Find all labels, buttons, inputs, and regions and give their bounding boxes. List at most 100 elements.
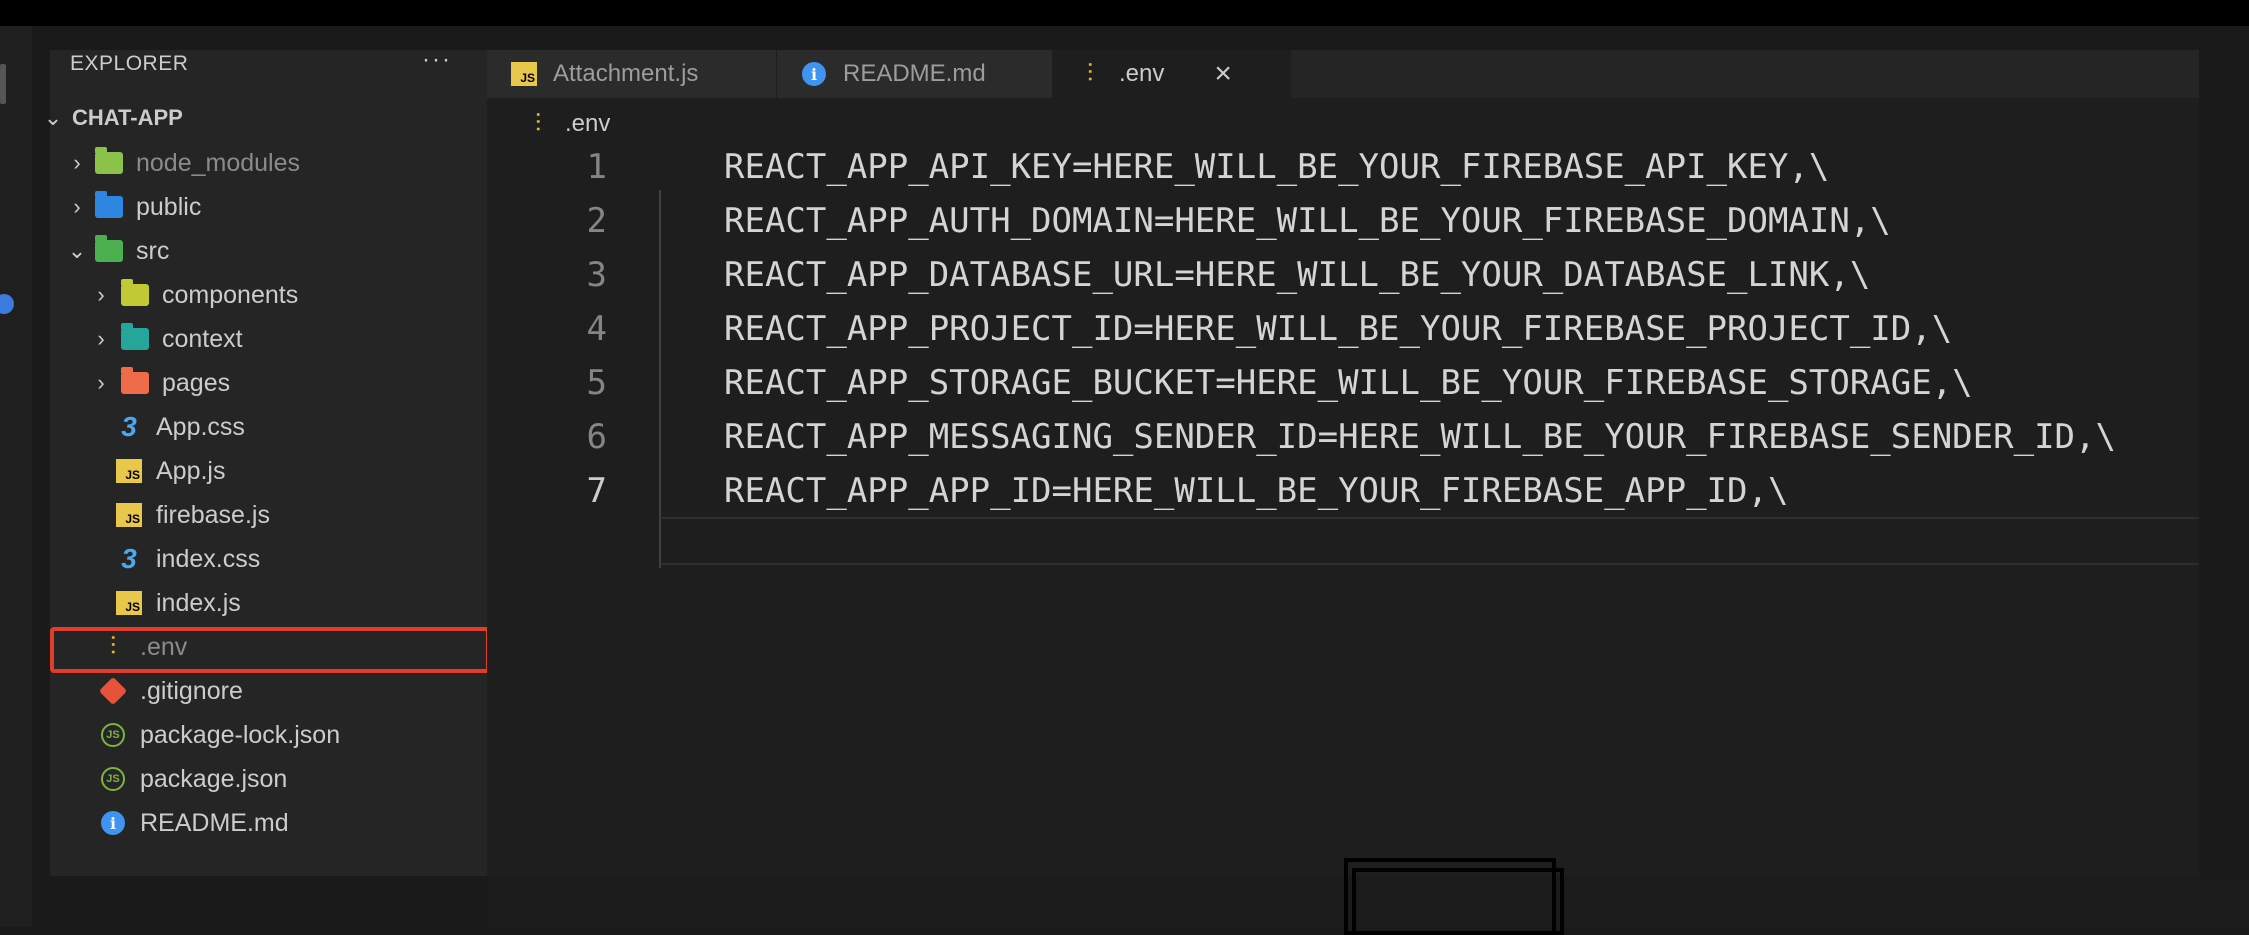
tree-file-index-js[interactable]: JS index.js	[114, 581, 551, 625]
tree-label: index.css	[156, 544, 261, 573]
tree-file-app-js[interactable]: JS App.js	[114, 449, 551, 493]
tree-label: node_modules	[136, 148, 301, 177]
chevron-right-icon: ›	[97, 326, 105, 351]
code-line[interactable]: 6 REACT_APP_MESSAGING_SENDER_ID=HERE_WIL…	[487, 410, 2199, 464]
tree-file-index-css[interactable]: 3 index.css	[114, 537, 551, 581]
js-file-icon: JS	[114, 588, 144, 618]
tree-folder-public[interactable]: › public	[66, 185, 503, 229]
chevron-right-icon: ›	[73, 194, 81, 219]
npm-package-icon: JS	[98, 764, 128, 794]
tree-file-app-css[interactable]: 3 App.css	[114, 405, 551, 449]
code-line[interactable]: 2 REACT_APP_AUTH_DOMAIN=HERE_WILL_BE_YOU…	[487, 194, 2199, 248]
tree-label: pages	[162, 368, 231, 397]
chevron-right-icon: ›	[97, 282, 105, 307]
tab-readme[interactable]: i README.md	[777, 50, 1053, 98]
tab-attachment-js[interactable]: JS Attachment.js	[487, 50, 777, 98]
line-text: REACT_APP_DATABASE_URL=HERE_WILL_BE_YOUR…	[724, 255, 1871, 295]
line-number: 7	[586, 471, 607, 511]
tree-file-readme[interactable]: i README.md	[98, 801, 535, 845]
breadcrumb-label: .env	[565, 110, 611, 137]
account-badge-icon[interactable]	[0, 294, 14, 314]
project-name: CHAT-APP	[72, 105, 183, 130]
line-number: 5	[586, 363, 607, 403]
line-number: 3	[586, 255, 607, 295]
line-number: 2	[586, 201, 607, 241]
tree-folder-src[interactable]: ⌄ src	[66, 229, 503, 273]
tree-folder-context[interactable]: › context	[82, 317, 519, 361]
tree-label: README.md	[140, 808, 289, 837]
components-folder-icon	[120, 279, 150, 310]
public-folder-icon	[94, 191, 124, 222]
tree-folder-components[interactable]: › components	[82, 273, 519, 317]
activity-indicator	[0, 64, 6, 104]
tree-file-package-json[interactable]: JS package.json	[98, 757, 535, 801]
chevron-right-icon: ›	[97, 370, 105, 395]
window-outline	[1352, 868, 1564, 935]
tree-label: package.json	[140, 764, 288, 793]
env-file-icon: ⫶	[534, 108, 542, 139]
tree-label: App.js	[156, 456, 226, 485]
tree-label: components	[162, 280, 299, 309]
chevron-down-icon: ⌄	[67, 238, 87, 263]
close-icon[interactable]: ×	[1214, 57, 1232, 91]
tree-label: src	[136, 236, 170, 265]
tree-label: App.css	[156, 412, 245, 441]
editor-pane: JS Attachment.js i README.md ⫶ .env × ⫶ …	[487, 50, 2199, 876]
js-file-icon: JS	[509, 59, 539, 89]
tab-label: .env	[1119, 60, 1165, 87]
tree-file-firebase-js[interactable]: JS firebase.js	[114, 493, 551, 537]
tree-label: public	[136, 192, 202, 221]
code-line[interactable]: 7 REACT_APP_APP_ID=HERE_WILL_BE_YOUR_FIR…	[487, 464, 2199, 518]
line-text: REACT_APP_STORAGE_BUCKET=HERE_WILL_BE_YO…	[724, 363, 1973, 403]
breadcrumb[interactable]: ⫶ .env	[523, 106, 611, 142]
npm-package-icon: JS	[98, 720, 128, 750]
tree-file-package-lock[interactable]: JS package-lock.json	[98, 713, 535, 757]
info-icon: i	[799, 59, 829, 89]
tab-env[interactable]: ⫶ .env ×	[1053, 50, 1291, 98]
css-file-icon: 3	[121, 543, 137, 574]
project-root[interactable]: ⌄ CHAT-APP	[44, 96, 487, 140]
node-folder-icon	[94, 147, 124, 178]
css-file-icon: 3	[121, 411, 137, 442]
tree-label: context	[162, 324, 243, 353]
line-number: 6	[586, 417, 607, 457]
chevron-right-icon: ›	[73, 150, 81, 175]
tree-folder-pages[interactable]: › pages	[82, 361, 519, 405]
current-line-highlight	[660, 517, 2199, 565]
code-line[interactable]: 4 REACT_APP_PROJECT_ID=HERE_WILL_BE_YOUR…	[487, 302, 2199, 356]
info-icon: i	[98, 808, 128, 838]
activity-bar	[0, 26, 32, 927]
line-text: REACT_APP_PROJECT_ID=HERE_WILL_BE_YOUR_F…	[724, 309, 1953, 349]
line-text: REACT_APP_AUTH_DOMAIN=HERE_WILL_BE_YOUR_…	[724, 201, 1891, 241]
code-line[interactable]: 3 REACT_APP_DATABASE_URL=HERE_WILL_BE_YO…	[487, 248, 2199, 302]
tree-label: index.js	[156, 588, 241, 617]
git-icon	[98, 676, 128, 706]
title-bar	[0, 0, 2249, 26]
tab-label: README.md	[843, 60, 986, 87]
line-number: 1	[586, 147, 607, 187]
explorer-sidebar: EXPLORER ··· ⌄ CHAT-APP › node_modules ›…	[44, 46, 487, 876]
env-file-icon: ⫶	[1086, 58, 1094, 89]
chevron-down-icon: ⌄	[43, 105, 63, 130]
tree-folder-node-modules[interactable]: › node_modules	[66, 141, 503, 185]
tab-bar: JS Attachment.js i README.md ⫶ .env ×	[487, 50, 2199, 98]
line-text: REACT_APP_MESSAGING_SENDER_ID=HERE_WILL_…	[724, 417, 2116, 457]
tree-file-gitignore[interactable]: .gitignore	[98, 669, 535, 713]
code-line[interactable]: 5 REACT_APP_STORAGE_BUCKET=HERE_WILL_BE_…	[487, 356, 2199, 410]
js-file-icon: JS	[114, 500, 144, 530]
explorer-title: EXPLORER	[70, 52, 189, 75]
annotation-highlight-box	[50, 627, 490, 673]
line-text: REACT_APP_API_KEY=HERE_WILL_BE_YOUR_FIRE…	[724, 147, 1830, 187]
more-actions-button[interactable]: ···	[422, 46, 452, 74]
js-file-icon: JS	[114, 456, 144, 486]
tree-label: package-lock.json	[140, 720, 341, 749]
context-folder-icon	[120, 323, 150, 354]
pages-folder-icon	[120, 367, 150, 398]
src-folder-icon	[94, 235, 124, 266]
line-number: 4	[586, 309, 607, 349]
tab-label: Attachment.js	[553, 60, 699, 87]
tree-label: .gitignore	[140, 676, 243, 705]
code-line[interactable]: 1 REACT_APP_API_KEY=HERE_WILL_BE_YOUR_FI…	[487, 140, 2199, 194]
line-text: REACT_APP_APP_ID=HERE_WILL_BE_YOUR_FIREB…	[724, 471, 1789, 511]
tree-label: firebase.js	[156, 500, 270, 529]
